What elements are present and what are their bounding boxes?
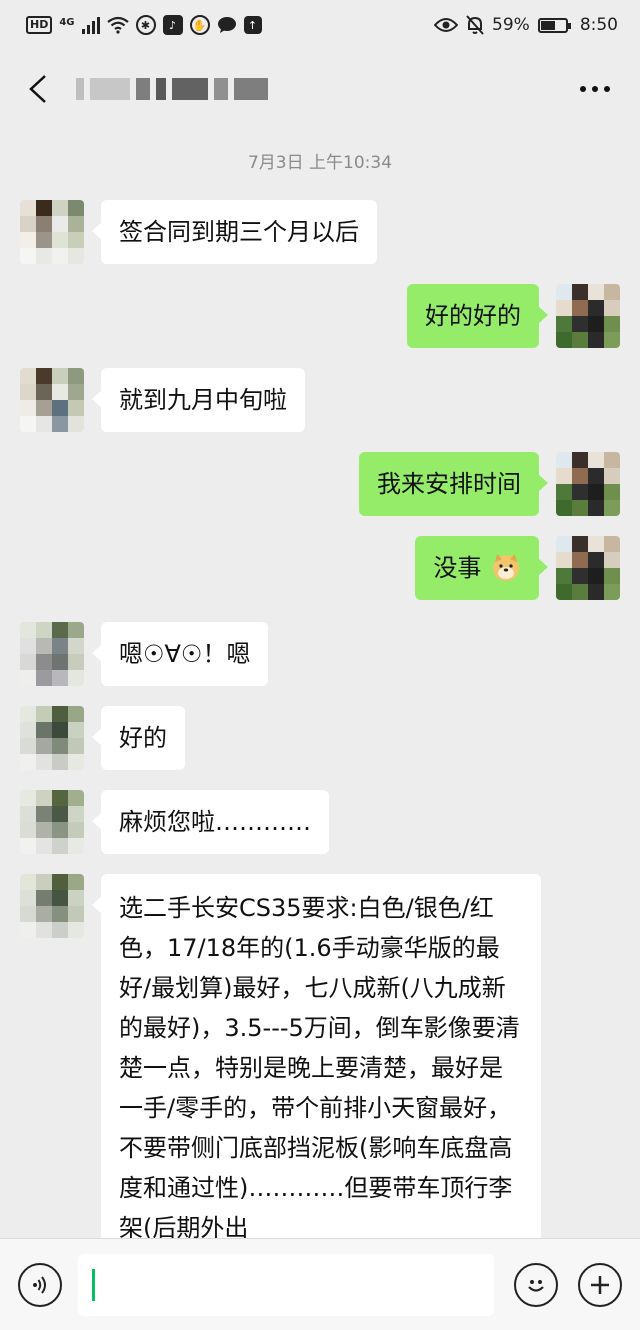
outgoing-message-text: 没事 — [433, 554, 482, 582]
browser-icon: ✱ — [135, 15, 156, 35]
chevron-left-icon — [29, 75, 46, 103]
incoming-message[interactable]: 麻烦您啦………… — [92, 790, 329, 854]
voice-icon — [33, 1275, 46, 1294]
my-avatar[interactable] — [556, 284, 620, 348]
voice-button[interactable] — [18, 1262, 62, 1307]
input-bar — [0, 1238, 640, 1330]
incoming-message[interactable]: 就到九月中旬啦 — [92, 368, 305, 432]
plus-icon — [591, 1275, 609, 1294]
network-type: 4G — [59, 17, 75, 28]
my-avatar[interactable] — [556, 536, 620, 600]
outgoing-message[interactable]: 好的好的 — [407, 284, 548, 348]
contact-avatar[interactable] — [20, 368, 84, 432]
more-icon — [580, 86, 586, 92]
chat-header — [0, 50, 640, 128]
emoji-button[interactable] — [514, 1262, 558, 1307]
battery-icon — [537, 17, 571, 33]
mute-bell-icon — [466, 15, 484, 35]
contact-avatar[interactable] — [20, 706, 84, 770]
my-avatar[interactable] — [556, 452, 620, 516]
signal-icon — [81, 16, 100, 34]
outgoing-message[interactable]: 我来安排时间 — [359, 452, 548, 516]
more-actions-button[interactable] — [578, 1262, 622, 1307]
hd-icon: HD — [26, 16, 53, 34]
contact-name-redacted — [76, 74, 268, 104]
message-input[interactable] — [78, 1253, 494, 1316]
outgoing-message[interactable]: 没事 — [415, 536, 548, 600]
more-button[interactable] — [570, 76, 620, 102]
hand-icon: ✋ — [189, 15, 210, 35]
contact-avatar[interactable] — [20, 790, 84, 854]
status-bar: HD 4G ✱ ♪ ✋ ↑ 59% 8:50 — [0, 0, 640, 50]
upload-icon: ↑ — [243, 16, 262, 34]
incoming-message[interactable]: 签合同到期三个月以后 — [92, 200, 377, 264]
wifi-icon — [106, 16, 129, 34]
chat-notification-icon — [217, 17, 236, 33]
emoji-icon — [528, 1279, 544, 1292]
tiktok-icon: ♪ — [162, 15, 183, 35]
text-caret — [92, 1268, 95, 1301]
eye-icon — [434, 18, 459, 32]
battery-percent: 59% — [492, 15, 530, 35]
incoming-message[interactable]: 选二手长安CS35要求:白色/银色/红色，17/18年的(1.6手动豪华版的最好… — [92, 874, 541, 1238]
message-timestamp: 7月3日 上午10:34 — [247, 153, 393, 173]
contact-avatar[interactable] — [20, 622, 84, 686]
contact-avatar[interactable] — [20, 874, 84, 938]
contact-avatar[interactable] — [20, 200, 84, 264]
doge-emoji-icon — [493, 554, 519, 581]
back-button[interactable] — [20, 71, 56, 107]
message-list: 7月3日 上午10:34 签合同到期三个月以后 好的好的 就到九月中旬啦 我来安… — [0, 128, 640, 1238]
status-time: 8:50 — [579, 15, 618, 35]
incoming-message[interactable]: 嗯☉∀☉！嗯 — [91, 622, 269, 686]
incoming-message[interactable]: 好的 — [92, 706, 185, 770]
